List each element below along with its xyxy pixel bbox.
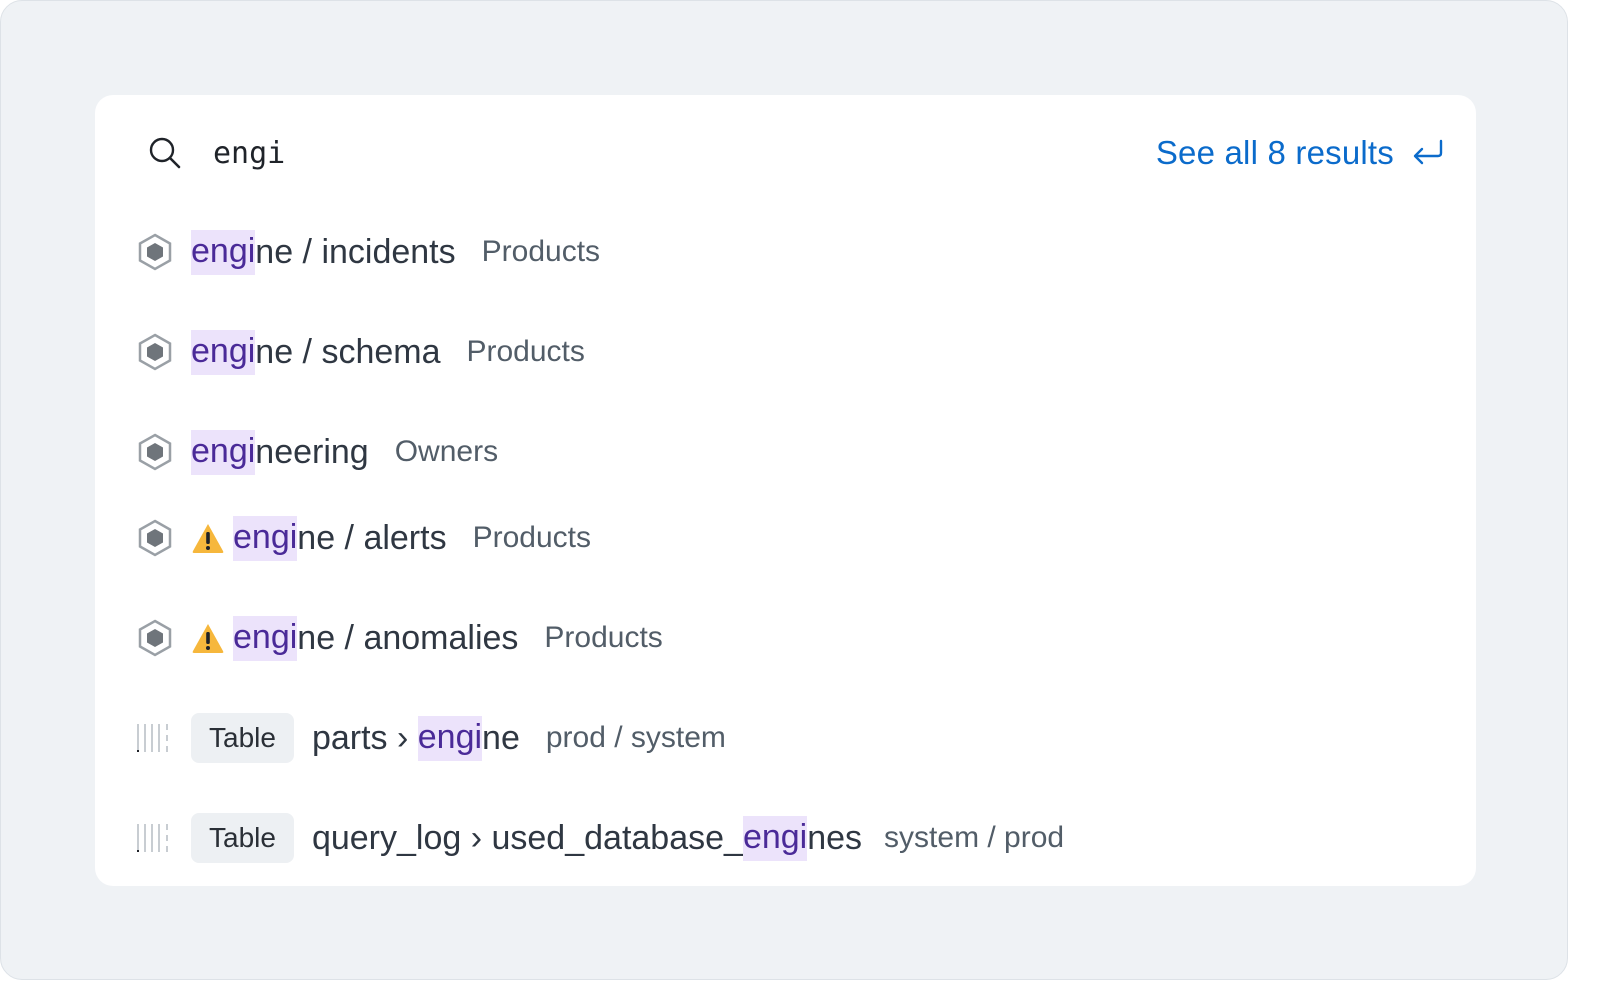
match-highlight: engi xyxy=(417,715,483,761)
hexagon-icon xyxy=(138,619,172,657)
warning-icon xyxy=(192,524,224,553)
result-title: engi ne / alerts xyxy=(233,515,447,561)
result-category: Products xyxy=(544,621,663,654)
result-category: Products xyxy=(481,235,601,268)
app-background: See all 8 results engine / incidents Pro… xyxy=(0,0,1568,980)
result-content: Table query_log › used_database_ engi nes … xyxy=(191,808,1064,868)
hexagon-icon xyxy=(138,233,172,271)
match-highlight: engi xyxy=(233,615,298,661)
result-title: engi ne / incidents xyxy=(191,229,456,275)
hexagon-icon xyxy=(138,433,172,471)
result-category: Owners xyxy=(394,435,499,468)
match-highlight: engi xyxy=(191,229,256,275)
type-badge: Table xyxy=(191,813,294,863)
title-rest: neering xyxy=(255,432,369,471)
result-item[interactable]: Table query_log › used_database_ engi nes … xyxy=(95,808,1476,868)
results-list: engi ne / incidents Products engi ne / sch… xyxy=(95,95,1476,886)
result-title: query_log › used_database_ engi nes xyxy=(311,815,863,861)
result-item[interactable]: engi ne / schema Products xyxy=(95,322,1476,382)
title-rest: nes xyxy=(807,818,863,857)
title-rest: ne / incidents xyxy=(255,232,456,271)
result-content: engi ne / alerts Products xyxy=(191,508,591,568)
result-content: engi ne / anomalies Products xyxy=(191,608,663,668)
title-rest: ne / alerts xyxy=(297,518,447,557)
result-item[interactable]: Table parts › engi ne prod / system xyxy=(95,708,1476,768)
result-content: engi ne / incidents Products xyxy=(191,222,600,282)
title-rest: ne xyxy=(482,718,520,757)
result-category: Products xyxy=(466,335,585,368)
hexagon-icon xyxy=(138,519,172,557)
result-path: system / prod xyxy=(884,821,1065,854)
title-rest: ne / schema xyxy=(255,332,441,371)
result-content: engi neering Owners xyxy=(191,422,498,482)
result-item[interactable]: engi ne / incidents Products xyxy=(95,222,1476,282)
result-item[interactable]: engi ne / alerts Products xyxy=(95,508,1476,568)
match-highlight: engi xyxy=(742,815,808,861)
title-prefix: parts › xyxy=(311,718,418,757)
result-item[interactable]: engi ne / anomalies Products xyxy=(95,608,1476,668)
table-columns-icon xyxy=(137,724,168,752)
result-path: prod / system xyxy=(545,721,726,754)
title-rest: ne / anomalies xyxy=(297,618,519,657)
match-highlight: engi xyxy=(233,515,298,561)
result-title: engi neering xyxy=(191,429,369,475)
match-highlight: engi xyxy=(191,429,256,475)
result-item[interactable]: engi neering Owners xyxy=(95,422,1476,482)
match-highlight: engi xyxy=(191,329,256,375)
result-title: engi ne / anomalies xyxy=(233,615,519,661)
warning-icon xyxy=(192,624,224,653)
title-prefix: query_log › used_database_ xyxy=(311,818,743,857)
table-columns-icon xyxy=(137,824,168,852)
result-title: parts › engi ne xyxy=(311,715,520,761)
result-title: engi ne / schema xyxy=(191,329,441,375)
hexagon-icon xyxy=(138,333,172,371)
type-badge: Table xyxy=(191,713,294,763)
result-content: Table parts › engi ne prod / system xyxy=(191,708,726,768)
result-category: Products xyxy=(472,521,591,554)
search-panel: See all 8 results engine / incidents Pro… xyxy=(95,95,1476,886)
result-content: engi ne / schema Products xyxy=(191,322,585,382)
